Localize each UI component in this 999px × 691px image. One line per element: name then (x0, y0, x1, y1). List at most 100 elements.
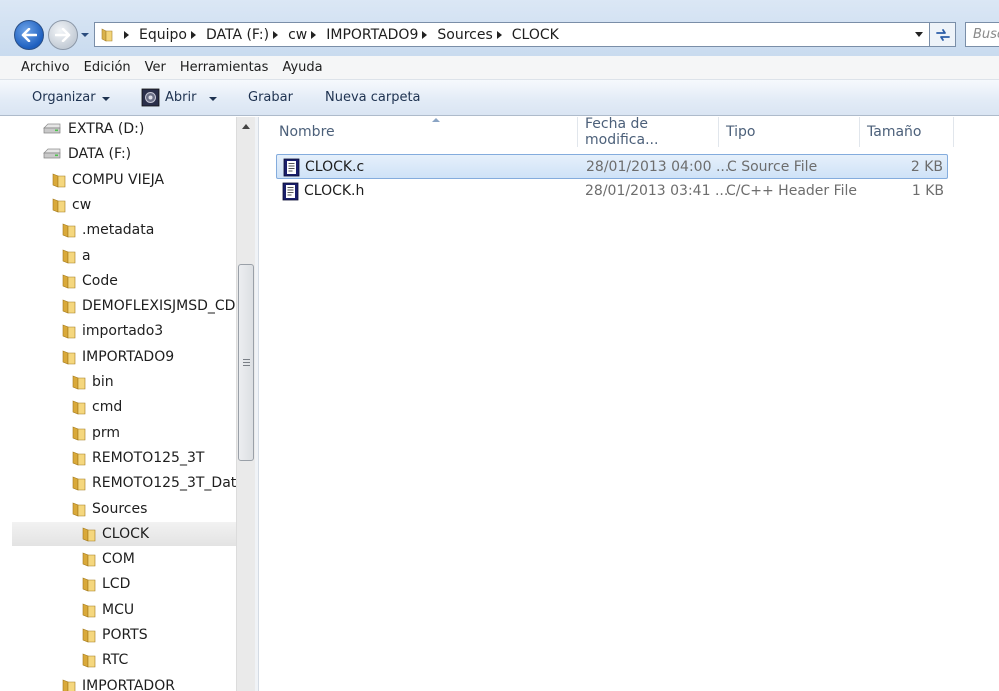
tree-item[interactable]: DATA (F:) (42, 142, 131, 166)
pane-splitter[interactable] (255, 117, 259, 691)
tree-item[interactable]: Code (62, 269, 118, 293)
tree-item[interactable]: RTC (82, 648, 128, 672)
codewarrior-app-icon (141, 88, 160, 107)
tree-item-label: bin (92, 374, 114, 390)
tree-item[interactable]: IMPORTADO9 (62, 345, 174, 369)
breadcrumb-item[interactable]: IMPORTADO9 (307, 27, 418, 43)
folder-icon (72, 450, 86, 466)
tree-item[interactable]: IMPORTADOR (62, 674, 175, 691)
breadcrumb-item[interactable]: Equipo (124, 27, 187, 43)
folder-icon (82, 526, 96, 542)
tree-item-label: DATA (F:) (68, 146, 132, 163)
tree-item[interactable]: PORTS (82, 623, 148, 647)
new-folder-label: Nueva carpeta (325, 90, 421, 105)
folder-icon (72, 399, 86, 415)
column-header-date[interactable]: Fecha de modifica... (578, 116, 719, 148)
chevron-right-icon[interactable] (311, 30, 317, 39)
column-date-label: Fecha de modifica... (585, 116, 659, 148)
breadcrumb-item[interactable]: Sources (418, 27, 493, 43)
folder-icon (82, 652, 96, 668)
file-row[interactable]: CLOCK.c 28/01/2013 04:00 ... C Source File… (276, 154, 948, 179)
new-folder-button[interactable]: Nueva carpeta (325, 90, 421, 105)
tree-item[interactable]: bin (72, 370, 114, 394)
menu-bar: Archivo Edición Ver Herramientas Ayuda (0, 56, 999, 80)
folder-icon (101, 28, 113, 41)
menu-ayuda[interactable]: Ayuda (282, 60, 322, 75)
organize-button[interactable]: Organizar (32, 90, 110, 105)
breadcrumb-item[interactable]: DATA (F:) (187, 27, 269, 43)
file-row[interactable]: CLOCK.h 28/01/2013 03:41 ... C/C++ Header … (276, 179, 948, 204)
menu-archivo[interactable]: Archivo (21, 60, 70, 75)
breadcrumb-item[interactable]: cw (269, 27, 307, 43)
tree-item[interactable]: cw (52, 193, 91, 217)
chevron-right-icon[interactable] (124, 30, 129, 39)
tree-item[interactable]: EXTRA (D:) (42, 117, 144, 141)
open-button[interactable]: Abrir (141, 88, 218, 107)
column-header-size[interactable]: Tamaño (860, 117, 954, 147)
file-name: CLOCK.c (305, 159, 365, 175)
drive-icon (42, 148, 62, 160)
column-header-type[interactable]: Tipo (719, 117, 860, 147)
tree-item[interactable]: LCD (82, 572, 130, 596)
tree-item-label: prm (92, 424, 121, 441)
tree-item[interactable]: a (62, 244, 91, 268)
tree-item-label: RTC (102, 652, 129, 669)
menu-ver[interactable]: Ver (145, 60, 166, 75)
menu-herramientas[interactable]: Herramientas (180, 60, 269, 75)
tree-item[interactable]: REMOTO125_3T (72, 446, 204, 470)
folder-icon (72, 475, 86, 491)
tree-item[interactable]: CLOCK (12, 521, 236, 546)
folder-icon (62, 222, 76, 238)
navigation-pane[interactable]: EXTRA (D:) DATA (F:) COMPU VIEJA cw .metadat… (12, 117, 255, 691)
menu-edicion[interactable]: Edición (84, 60, 131, 75)
arrow-left-icon (21, 28, 37, 42)
chevron-right-icon[interactable] (422, 30, 428, 39)
tree-item-label: REMOTO125_3T (92, 449, 205, 466)
back-button[interactable] (14, 20, 44, 50)
tree-item[interactable]: .metadata (62, 218, 154, 242)
tree-item[interactable]: COMPU VIEJA (52, 168, 164, 192)
tree-item[interactable]: cmd (72, 395, 122, 419)
chevron-down-icon (209, 96, 218, 101)
breadcrumb-label: cw (288, 26, 308, 43)
refresh-icon (935, 28, 950, 41)
tree-item[interactable]: COM (82, 547, 135, 571)
breadcrumb-label: IMPORTADO9 (326, 26, 419, 43)
tree-item[interactable]: importado3 (62, 319, 163, 343)
search-input[interactable]: Busc (965, 22, 999, 47)
folder-icon (72, 501, 86, 517)
sort-ascending-icon (432, 118, 440, 122)
burn-button[interactable]: Grabar (248, 90, 293, 105)
file-size: 2 KB (910, 159, 943, 175)
recent-pages-chevron-icon[interactable] (80, 30, 90, 40)
tree-item[interactable]: MCU (82, 598, 134, 622)
file-type: C/C++ Header File (726, 183, 858, 199)
chevron-right-icon[interactable] (273, 30, 279, 39)
scroll-up-arrow-icon[interactable] (242, 124, 250, 129)
folder-icon (82, 551, 96, 567)
file-list[interactable]: Nombre Fecha de modifica... Tipo Tamaño … (260, 116, 999, 691)
scrollbar-thumb[interactable] (238, 264, 254, 461)
file-size: 1 KB (911, 183, 944, 199)
address-bar-area: Equipo DATA (F:) cw IMPORTADO9 Sources CLOCK … (0, 0, 999, 56)
arrow-right-icon (55, 28, 71, 42)
chevron-right-icon[interactable] (496, 30, 502, 39)
burn-label: Grabar (248, 90, 293, 105)
address-field[interactable]: Equipo DATA (F:) cw IMPORTADO9 Sources CLOCK (94, 22, 930, 47)
tree-item[interactable]: Sources (72, 497, 147, 521)
folder-icon (62, 273, 76, 289)
forward-button[interactable] (48, 20, 78, 50)
tree-item[interactable]: REMOTO125_3T_Data (72, 471, 245, 495)
breadcrumb-label: Equipo (139, 26, 187, 43)
refresh-button[interactable] (930, 22, 956, 47)
address-history-dropdown-icon[interactable] (915, 32, 923, 37)
chevron-right-icon[interactable] (190, 30, 196, 39)
tree-item[interactable]: DEMOFLEXISJMSD_CDC_ (62, 294, 252, 318)
column-header-name[interactable]: Nombre (272, 117, 578, 147)
nav-pane-scrollbar[interactable] (236, 117, 255, 691)
tree-item-label: Sources (92, 500, 148, 517)
tree-item[interactable]: prm (72, 421, 120, 445)
folder-icon (72, 374, 86, 390)
breadcrumb-item[interactable]: CLOCK (493, 27, 559, 43)
column-type-label: Tipo (726, 124, 756, 140)
